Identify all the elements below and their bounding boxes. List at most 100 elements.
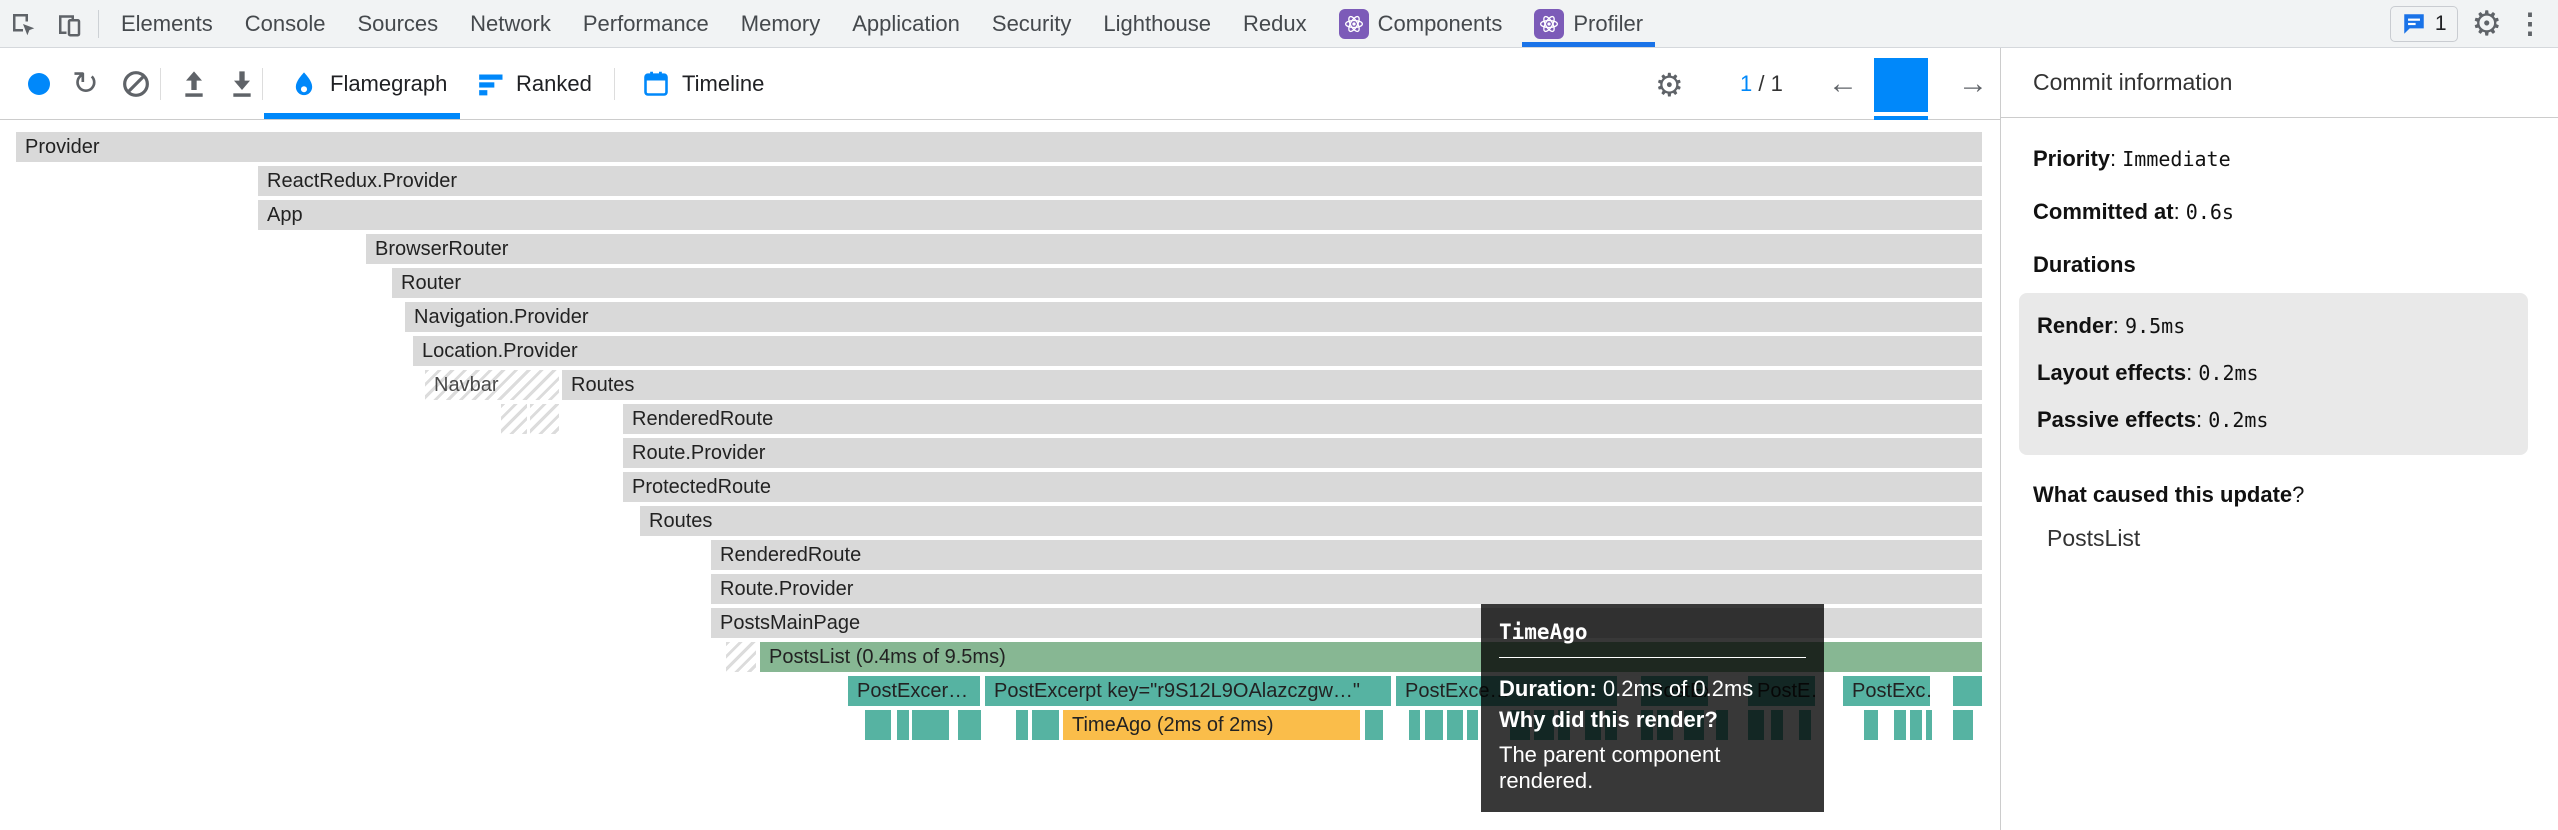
tab-sources[interactable]: Sources	[341, 0, 454, 47]
tab-flamegraph[interactable]: Flamegraph	[330, 71, 447, 97]
clear-profile-icon[interactable]	[120, 68, 152, 100]
tab-lighthouse[interactable]: Lighthouse	[1087, 0, 1227, 47]
commit-info-header: Commit information	[2001, 48, 2558, 118]
react-icon	[1534, 9, 1564, 39]
flame-bar-segment[interactable]	[1926, 710, 1932, 740]
flame-bar-ReactRedux.Provider[interactable]: ReactRedux.Provider	[258, 166, 1982, 196]
tab-label: Components	[1378, 11, 1503, 37]
flame-bar-BrowserRouter[interactable]: BrowserRouter	[366, 234, 1982, 264]
flame-bar-segment[interactable]	[1467, 710, 1478, 740]
flame-bar-PostExcer[interactable]: PostExcer…	[848, 676, 980, 706]
cause-list: PostsList	[2033, 525, 2528, 552]
tab-timeline[interactable]: Timeline	[682, 71, 764, 97]
devtools-tabs: Elements Console SourcesNetworkPerformance…	[105, 0, 1659, 47]
tab-ranked[interactable]: Ranked	[516, 71, 592, 97]
tab-profiler[interactable]: Profiler	[1518, 0, 1659, 47]
flame-bar-Provider[interactable]: Provider	[16, 132, 1982, 162]
flame-bar-PostExcerpt[interactable]: PostExcerpt key="r9S12L9OAlazczgw…"	[985, 676, 1391, 706]
commit-total: 1	[1771, 71, 1783, 96]
tab-label: Lighthouse	[1103, 11, 1211, 37]
settings-gear-icon[interactable]: ⚙	[2472, 4, 2502, 44]
flame-bar-App[interactable]: App	[258, 200, 1982, 230]
tab-label: Console	[245, 11, 326, 37]
flame-bar-Routes[interactable]: Routes	[640, 506, 1982, 536]
flame-bar-segment[interactable]	[1365, 710, 1383, 740]
committed-at-row: Committed at: 0.6s	[2033, 199, 2528, 225]
react-icon	[1339, 9, 1369, 39]
flame-bar-Router[interactable]: Router	[392, 268, 1982, 298]
flame-bar-segment[interactable]	[958, 710, 981, 740]
more-options-icon[interactable]: ⋮	[2516, 7, 2544, 40]
previous-commit-arrow-icon[interactable]: ←	[1828, 69, 1858, 99]
tooltip-why-label: Why did this render?	[1499, 707, 1718, 732]
tab-label: Memory	[741, 11, 820, 37]
cause-item-PostsList[interactable]: PostsList	[2033, 525, 2528, 552]
flame-bar-segment[interactable]	[1447, 710, 1463, 740]
flame-bar-Navigation.Provider[interactable]: Navigation.Provider	[405, 302, 1982, 332]
tab-label: Redux	[1243, 11, 1307, 37]
tab-security[interactable]: Security	[976, 0, 1087, 47]
profiler-settings-gear-icon[interactable]: ⚙	[1655, 66, 1684, 104]
commit-info-panel: Commit information Priority: Immediate C…	[2001, 48, 2558, 830]
commit-separator: /	[1758, 71, 1770, 96]
badge-count: 1	[2435, 12, 2447, 36]
tab-memory[interactable]: Memory	[725, 0, 836, 47]
duration-row-render: Render: 9.5ms	[2037, 313, 2510, 339]
flame-bar-RenderedRoute[interactable]: RenderedRoute	[711, 540, 1982, 570]
flame-bar-segment[interactable]	[1032, 710, 1059, 740]
messages-badge[interactable]: 1	[2390, 6, 2458, 42]
flame-bar-Route.Provider[interactable]: Route.Provider	[623, 438, 1982, 468]
flame-bar-segment[interactable]	[897, 710, 909, 740]
tooltip-component-name: TimeAgo	[1499, 620, 1806, 644]
flame-bar-PostExc[interactable]: PostExc…	[1843, 676, 1930, 706]
tab-console[interactable]: Console	[229, 0, 342, 47]
tab-label: Security	[992, 11, 1071, 37]
flame-bar-segment[interactable]	[1910, 710, 1922, 740]
flame-bar-Route.Provider[interactable]: Route.Provider	[711, 574, 1982, 604]
durations-heading: Durations	[2033, 252, 2528, 278]
cause-heading: What caused this update?	[2033, 482, 2528, 508]
flame-bar-segment[interactable]	[1425, 710, 1443, 740]
devtools-tabbar: Elements Console SourcesNetworkPerformance…	[0, 0, 2558, 48]
duration-row-passive-effects: Passive effects: 0.2ms	[2037, 407, 2510, 433]
flame-bar-segment[interactable]	[726, 642, 756, 672]
flame-bar-segment[interactable]	[1864, 710, 1878, 740]
tab-components[interactable]: Components	[1323, 0, 1519, 47]
record-button[interactable]	[28, 73, 50, 95]
tab-network[interactable]: Network	[454, 0, 567, 47]
tab-label: Elements	[121, 11, 213, 37]
flame-bar-segment[interactable]	[1409, 710, 1420, 740]
flame-bar-segment[interactable]	[530, 404, 559, 434]
divider	[160, 68, 161, 100]
flame-bar-segment[interactable]	[865, 710, 891, 740]
selected-commit-bar[interactable]	[1874, 58, 1928, 112]
inspect-icon[interactable]	[0, 0, 46, 47]
timeline-tab-icon	[642, 70, 670, 98]
load-profile-icon[interactable]	[178, 68, 210, 100]
flame-bar-TimeAgo[interactable]: TimeAgo (2ms of 2ms)	[1063, 710, 1360, 740]
flame-bar-segment[interactable]	[1894, 710, 1906, 740]
tab-redux[interactable]: Redux	[1227, 0, 1323, 47]
hover-tooltip: TimeAgo Duration: 0.2ms of 0.2ms Why did…	[1481, 604, 1824, 812]
device-toolbar-icon[interactable]	[46, 0, 92, 47]
flame-bar-segment[interactable]	[1953, 710, 1973, 740]
tab-application[interactable]: Application	[836, 0, 976, 47]
flame-bar-RenderedRoute[interactable]: RenderedRoute	[623, 404, 1982, 434]
tab-elements[interactable]: Elements	[105, 0, 229, 47]
reload-and-profile-icon[interactable]: ↻	[72, 64, 99, 102]
flame-bar-Location.Provider[interactable]: Location.Provider	[413, 336, 1982, 366]
flame-bar-segment[interactable]	[1016, 710, 1028, 740]
flame-bar-ProtectedRoute[interactable]: ProtectedRoute	[623, 472, 1982, 502]
flame-bar-Navbar[interactable]: Navbar	[425, 370, 559, 400]
flame-bar-segment[interactable]	[912, 710, 949, 740]
flame-bar-segment[interactable]	[1953, 676, 1982, 706]
tab-performance[interactable]: Performance	[567, 0, 725, 47]
flame-bar-segment[interactable]	[501, 404, 527, 434]
ranked-tab-icon	[478, 73, 506, 97]
flamegraph-tab-icon	[290, 70, 318, 98]
save-profile-icon[interactable]	[226, 68, 258, 100]
flame-bar-Routes[interactable]: Routes	[562, 370, 1982, 400]
tooltip-duration-label: Duration:	[1499, 676, 1597, 701]
next-commit-arrow-icon[interactable]: →	[1958, 69, 1988, 99]
tooltip-duration-value: 0.2ms of 0.2ms	[1597, 676, 1754, 701]
